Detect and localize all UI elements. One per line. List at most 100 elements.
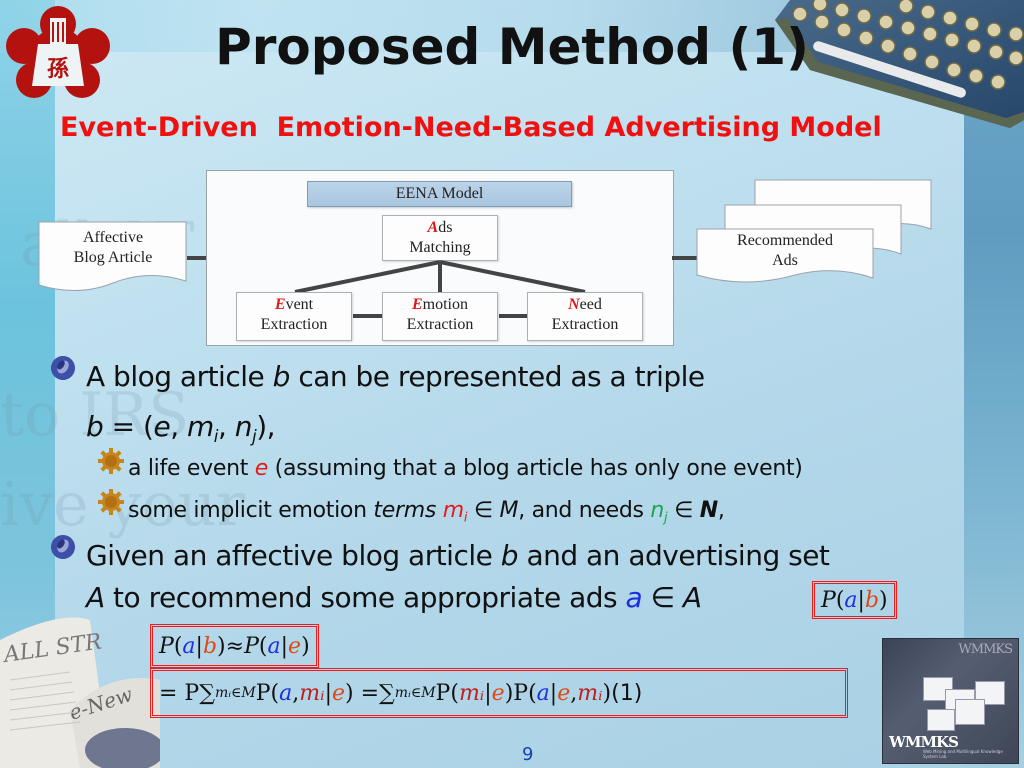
f-a: a xyxy=(182,633,196,659)
var-b: b xyxy=(272,360,291,393)
event-extraction-initial: E xyxy=(274,296,286,313)
element-of: ∈ xyxy=(467,498,500,523)
f-e: e xyxy=(288,633,302,659)
recommended-ads-line2: Ads xyxy=(772,252,798,269)
text: and an advertising set xyxy=(518,539,830,572)
f-m: mᵢ xyxy=(458,680,485,706)
gear-bullet-icon xyxy=(98,448,124,474)
bullet-blog-article-triple: A blog article b can be represented as a… xyxy=(86,360,705,393)
text: = ( xyxy=(103,410,154,443)
f-paren: ( xyxy=(173,633,183,659)
f-e: e xyxy=(491,680,505,706)
slide-title: Proposed Method (1) xyxy=(215,18,809,76)
formula-target-probability: P(a | b) xyxy=(812,581,897,619)
text: Given an affective blog article xyxy=(86,539,501,572)
f-a: a xyxy=(267,633,281,659)
f-paren: ) xyxy=(301,633,310,659)
f-comma: , xyxy=(570,680,578,706)
f-bar: | xyxy=(549,680,558,706)
f-paren: ) xyxy=(879,587,888,613)
f-bar: | xyxy=(195,633,203,659)
f-sum-index: mᵢ∈M xyxy=(214,685,256,701)
wmmks-caption: Web Mining and Multilingual Knowledge Sy… xyxy=(923,749,1003,759)
eena-model-container: EENA Model Ads Matching Event Extraction… xyxy=(206,170,674,346)
f-m: mᵢ xyxy=(299,680,325,706)
f-text: )P( xyxy=(504,680,537,706)
text: a life event xyxy=(128,456,255,481)
set-N: N xyxy=(699,498,718,523)
f-bar: | xyxy=(484,680,492,706)
set-M: M xyxy=(499,498,519,523)
f-a: a xyxy=(536,680,550,706)
event-extraction-line2: Extraction xyxy=(260,316,328,333)
equation-number: (1) xyxy=(611,680,643,706)
wmmks-window-thumbnail xyxy=(927,709,955,731)
f-sum: ∑ xyxy=(199,680,215,706)
f-text: = P xyxy=(159,680,200,706)
ads-to-event-line xyxy=(294,260,441,294)
text: , xyxy=(217,410,235,443)
text: terms xyxy=(373,498,437,523)
f-b: b xyxy=(864,587,880,613)
text: A blog article xyxy=(86,360,273,393)
event-extraction-box: Event Extraction xyxy=(236,292,352,341)
emotion-extraction-rest: motion xyxy=(422,296,468,313)
wmmks-lab-image: WMMKS WMMKS Web Mining and Multilingual … xyxy=(882,638,1019,764)
var-b: b xyxy=(500,539,519,572)
element-of: ∈ xyxy=(642,581,683,614)
var-m: m xyxy=(187,410,214,443)
var-e: e xyxy=(254,456,269,481)
f-sum: ∑ xyxy=(379,680,395,706)
ring-bullet-icon xyxy=(51,356,75,380)
event-extraction-rest: vent xyxy=(285,296,314,313)
set-A: A xyxy=(682,581,702,614)
text: ), xyxy=(256,410,276,443)
affective-blog-article-line1: Affective xyxy=(82,229,144,246)
text: (assuming that a blog article has only o… xyxy=(267,456,803,481)
f-a: a xyxy=(844,587,858,613)
ring-bullet-icon xyxy=(51,535,75,559)
emotion-extraction-line2: Extraction xyxy=(406,316,474,333)
f-approx: ≈ xyxy=(225,633,245,659)
need-extraction-box: Need Extraction xyxy=(527,292,643,341)
var-e: e xyxy=(153,410,171,443)
text: , and needs xyxy=(518,498,651,523)
text: , xyxy=(170,410,188,443)
text: some implicit emotion xyxy=(128,498,374,523)
var-b: b xyxy=(86,410,104,443)
text: to recommend some appropriate ads xyxy=(104,581,626,614)
f-a: a xyxy=(279,680,293,706)
f-bar: | xyxy=(857,587,865,613)
set-A: A xyxy=(86,581,105,614)
affective-blog-article-line2: Blog Article xyxy=(73,249,153,266)
text: , xyxy=(717,498,725,523)
bullet-given-article-line2: A to recommend some appropriate ads a ∈ … xyxy=(86,581,702,614)
var-n: n xyxy=(650,498,665,523)
affective-blog-article-label: Affective Blog Article xyxy=(38,228,188,268)
need-extraction-line2: Extraction xyxy=(551,316,619,333)
f-m: mᵢ xyxy=(577,680,603,706)
f-text: P( xyxy=(255,680,280,706)
f-paren: ) xyxy=(217,633,226,659)
f-P: P xyxy=(159,633,174,659)
f-paren: ( xyxy=(258,633,268,659)
f-bar: | xyxy=(324,680,332,706)
wmmks-window-thumbnail xyxy=(955,699,985,725)
newspaper-image: ALL STR e-New xyxy=(0,617,160,768)
var-n: n xyxy=(234,410,253,443)
f-b: b xyxy=(202,633,218,659)
text: can be represented as a triple xyxy=(289,360,705,393)
f-text: ) xyxy=(602,680,612,706)
ads-to-need-line xyxy=(439,260,586,294)
emotion-extraction-box: Emotion Extraction xyxy=(382,292,498,341)
f-text: ) = xyxy=(345,680,380,706)
element-of: ∈ xyxy=(667,498,700,523)
gear-bullet-icon xyxy=(98,489,124,515)
recommended-ads-label: Recommended Ads xyxy=(697,231,873,271)
triple-definition: b = (e, mi, nj), xyxy=(86,410,276,446)
input-connector xyxy=(187,256,207,260)
f-text: P( xyxy=(435,680,459,706)
f-comma: , xyxy=(292,680,300,706)
emotion-extraction-initial: E xyxy=(411,296,423,313)
f-sum-index: mᵢ∈M xyxy=(394,685,436,701)
